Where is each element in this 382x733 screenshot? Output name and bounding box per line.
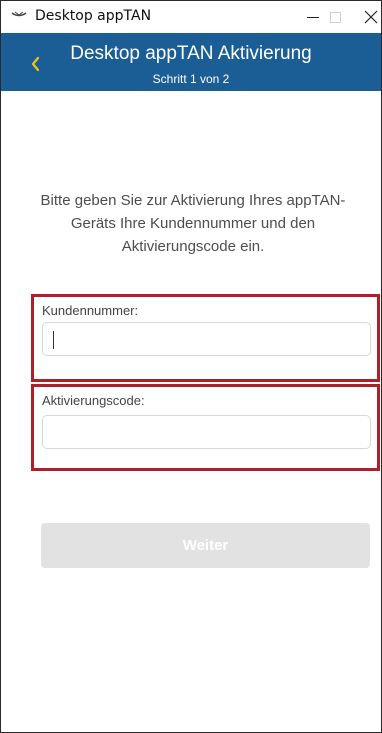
window-title: Desktop appTAN (35, 8, 152, 24)
continue-button[interactable]: Weiter (41, 523, 370, 568)
title-bar: Desktop appTAN (1, 1, 381, 33)
customer-number-input[interactable] (42, 322, 371, 356)
activation-code-group: Aktivierungscode: (31, 384, 380, 471)
customer-number-label: Kundennummer: (42, 303, 139, 318)
activation-code-input[interactable] (42, 415, 371, 449)
close-icon (364, 10, 378, 24)
instructions-text: Bitte geben Sie zur Aktivierung Ihres ap… (40, 192, 346, 255)
app-icon (11, 11, 27, 17)
text-cursor (53, 331, 54, 349)
app-window: Desktop appTAN Desktop appTAN Aktivierun… (0, 0, 382, 733)
customer-number-group: Kundennummer: (31, 294, 380, 382)
step-indicator: Schritt 1 von 2 (152, 72, 230, 86)
close-button[interactable] (349, 1, 382, 33)
page-title: Desktop appTAN Aktivierung (70, 43, 312, 64)
maximize-icon (329, 11, 341, 23)
app-header: Desktop appTAN Aktivierung Schritt 1 von… (1, 33, 381, 91)
activation-code-label: Aktivierungscode: (42, 393, 145, 408)
